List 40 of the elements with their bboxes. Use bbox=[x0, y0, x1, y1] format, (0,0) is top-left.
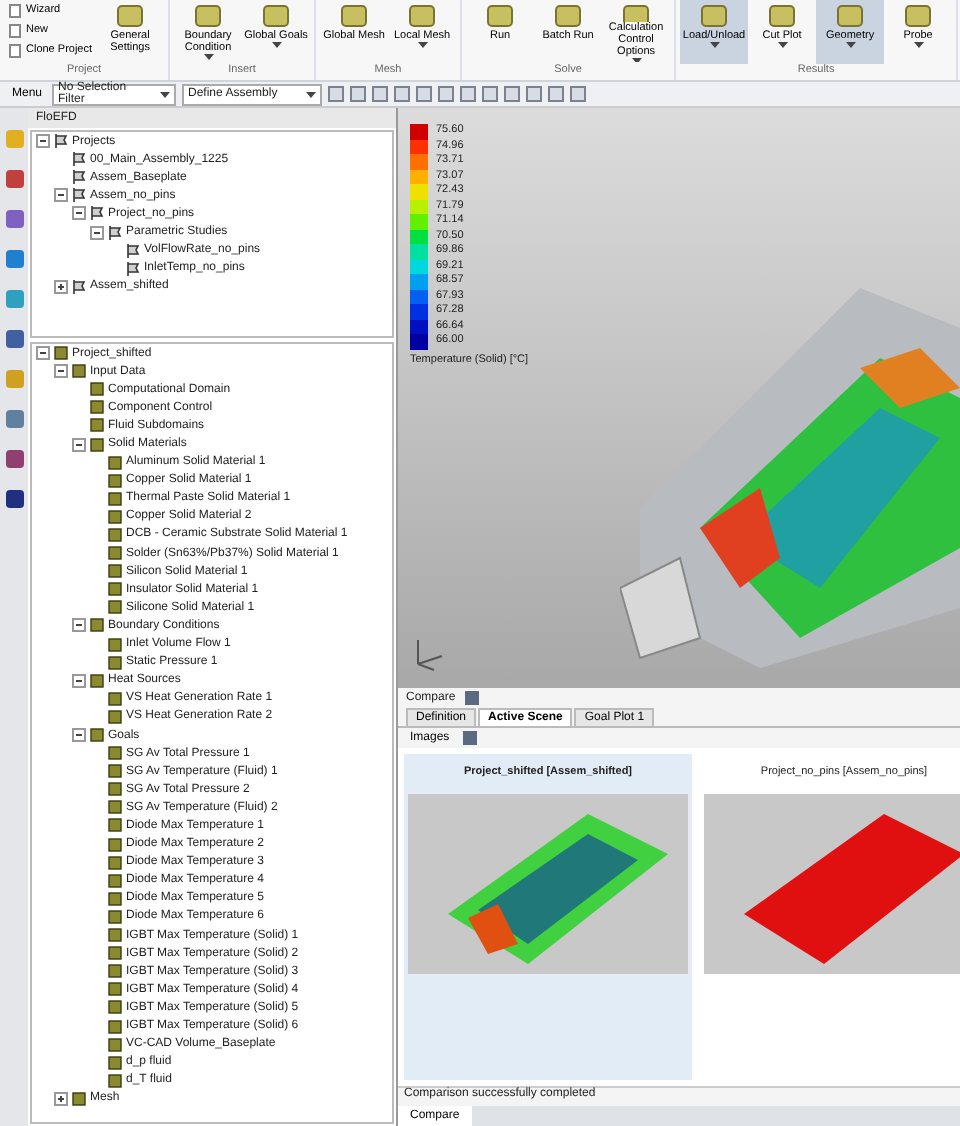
flag-icon bbox=[108, 225, 122, 240]
tool-icon bbox=[768, 2, 797, 30]
item-icon bbox=[72, 1091, 86, 1106]
flag-icon bbox=[90, 206, 104, 221]
expander-icon[interactable] bbox=[36, 346, 50, 361]
tool-icon[interactable] bbox=[3, 488, 25, 510]
expander-icon[interactable] bbox=[72, 673, 86, 688]
flag-icon bbox=[126, 261, 140, 276]
tool-icon bbox=[262, 2, 291, 30]
expander-icon[interactable] bbox=[54, 188, 68, 203]
tool-icon bbox=[486, 2, 515, 30]
tool-icon bbox=[340, 2, 369, 30]
tool-icon bbox=[700, 2, 729, 30]
expander-icon[interactable] bbox=[90, 225, 104, 240]
tool-icon bbox=[904, 2, 933, 30]
tool-icon[interactable] bbox=[3, 168, 25, 190]
flag-icon bbox=[72, 170, 86, 185]
expander-icon[interactable] bbox=[72, 437, 86, 452]
tool-icon bbox=[116, 2, 145, 30]
expander-icon[interactable] bbox=[72, 618, 86, 633]
tool-icon bbox=[836, 2, 865, 30]
expander-icon[interactable] bbox=[54, 1091, 68, 1106]
tool-icon bbox=[622, 2, 651, 22]
tool-icon bbox=[554, 2, 583, 30]
flag-icon bbox=[72, 152, 86, 167]
caret-icon bbox=[160, 91, 171, 97]
flag-icon bbox=[54, 134, 68, 149]
expander-icon[interactable] bbox=[72, 206, 86, 221]
expander-icon[interactable] bbox=[72, 728, 86, 743]
expander-icon[interactable] bbox=[54, 279, 68, 294]
tool-icon bbox=[408, 2, 437, 30]
flag-icon bbox=[126, 243, 140, 258]
expander-icon[interactable] bbox=[54, 364, 68, 379]
tool-icon bbox=[194, 2, 223, 30]
flag-icon bbox=[72, 279, 86, 294]
expander-icon[interactable] bbox=[36, 134, 50, 149]
caret-icon bbox=[306, 91, 317, 97]
flag-icon bbox=[72, 188, 86, 203]
tool-icon[interactable] bbox=[3, 328, 25, 350]
tool-icon[interactable] bbox=[3, 448, 25, 470]
